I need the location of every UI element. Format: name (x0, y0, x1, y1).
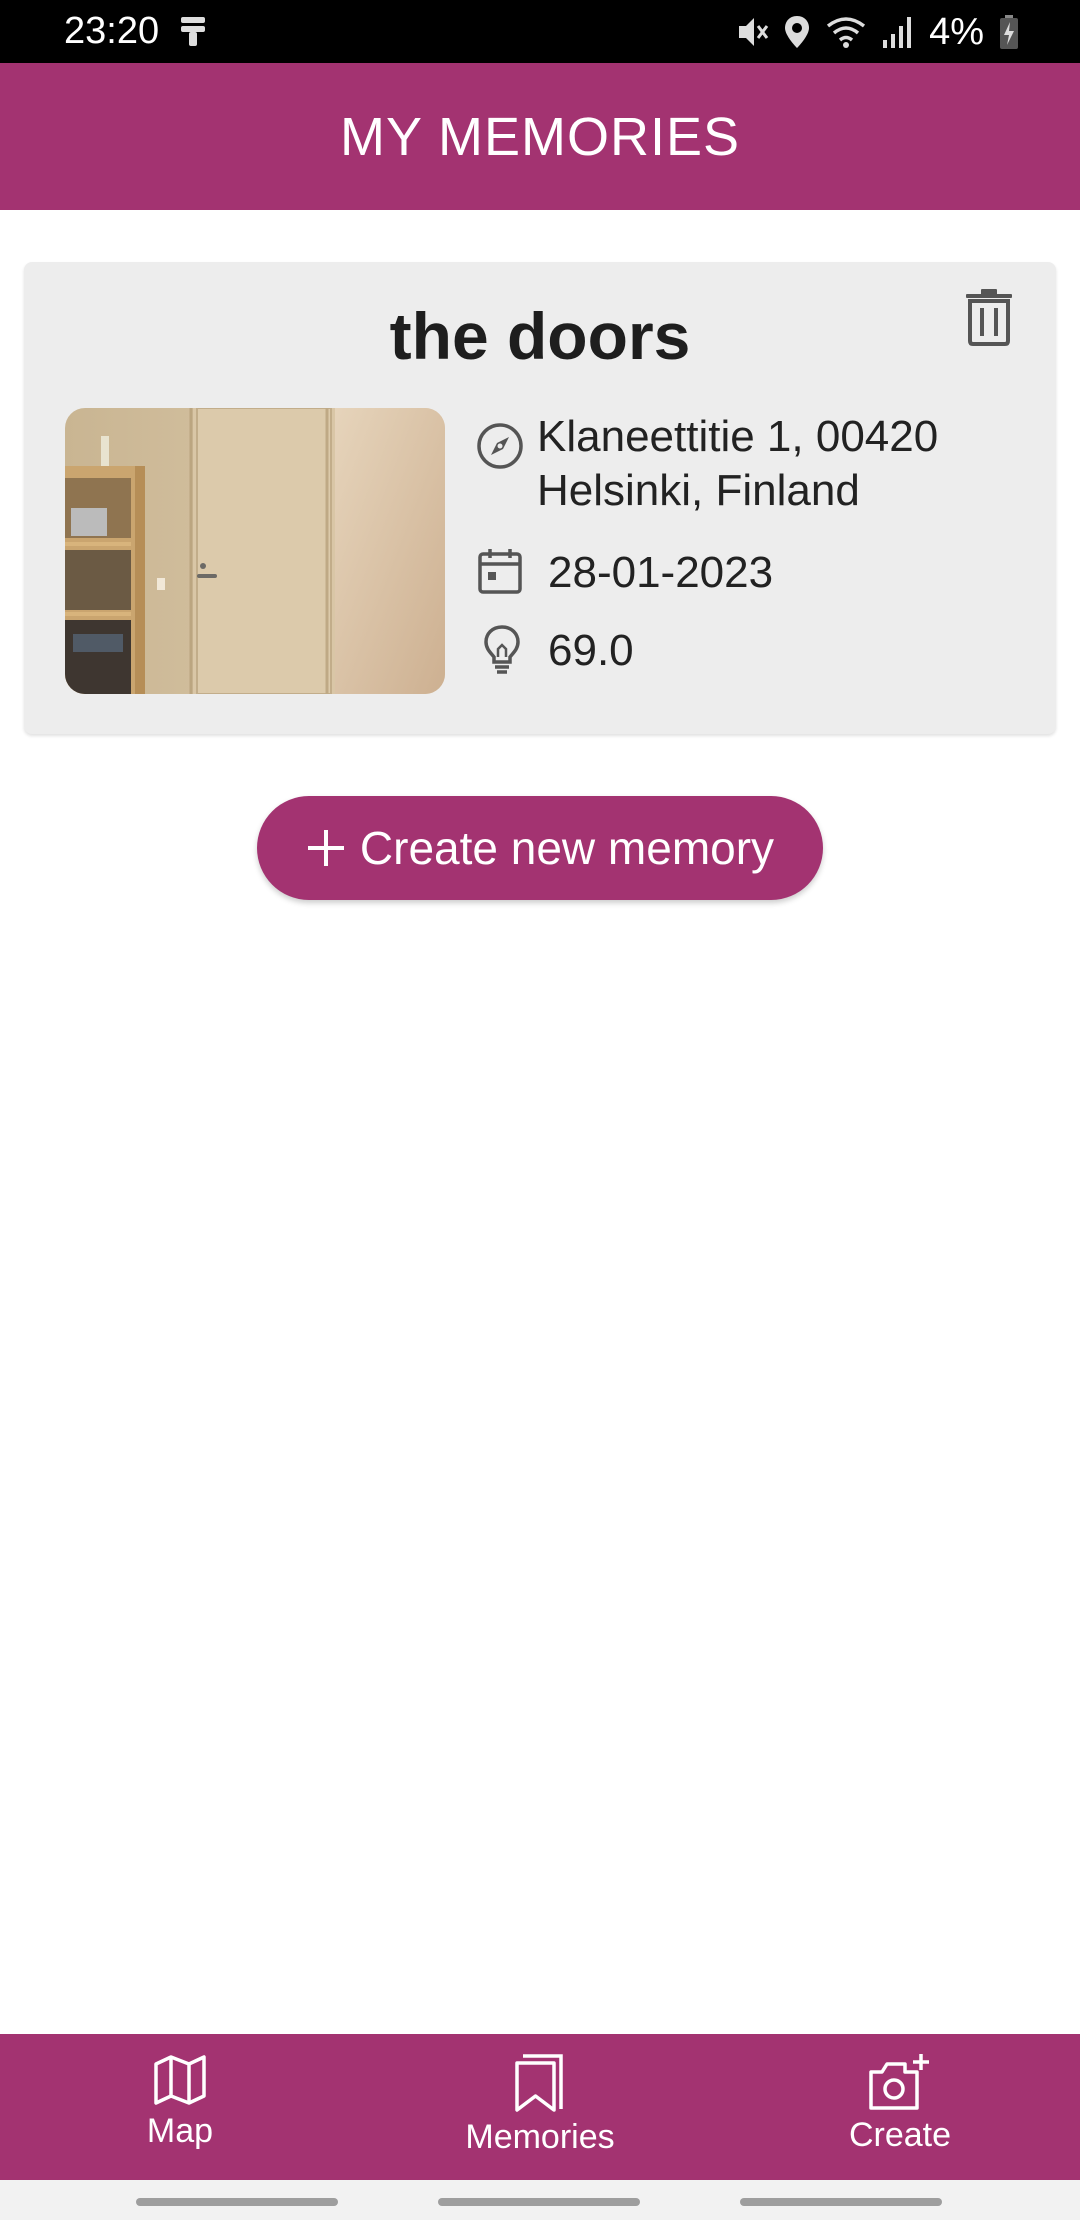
lightbulb-icon (477, 624, 527, 676)
nav-create[interactable]: Create (720, 2034, 1080, 2180)
nav-map[interactable]: Map (0, 2034, 360, 2180)
wifi-icon (827, 17, 866, 48)
app-bar: MY MEMORIES (0, 63, 1080, 210)
notification-icon (181, 17, 205, 46)
memory-card[interactable]: the doors Klaneettitie 1, 00420 Helsinki… (24, 262, 1056, 734)
delete-button[interactable] (954, 280, 1024, 354)
memory-date: 28-01-2023 (548, 548, 774, 597)
nav-create-label: Create (848, 2116, 952, 2154)
system-recents-handle[interactable] (136, 2198, 338, 2206)
create-memory-label: Create new memory (359, 822, 775, 874)
status-time: 23:20 (64, 10, 160, 52)
battery-charging-icon (1000, 15, 1018, 49)
system-back-handle[interactable] (740, 2198, 942, 2206)
nav-map-label: Map (146, 2112, 214, 2150)
create-memory-button[interactable]: Create new memory (257, 796, 823, 900)
system-home-handle[interactable] (438, 2198, 640, 2206)
location-icon (785, 16, 810, 48)
memory-address-line2: Helsinki, Finland (537, 466, 860, 515)
calendar-icon (475, 546, 525, 596)
trash-icon (966, 289, 1012, 346)
memory-photo[interactable] (65, 408, 445, 694)
bookmark-icon (515, 2054, 563, 2112)
memory-value: 69.0 (548, 626, 634, 675)
memory-title: the doors (389, 299, 691, 373)
system-nav-bar (0, 2180, 1080, 2220)
bottom-nav: Map Memories Create (0, 2034, 1080, 2180)
camera-add-icon (869, 2054, 929, 2110)
signal-icon (883, 17, 912, 48)
nav-memories[interactable]: Memories (360, 2034, 720, 2180)
compass-icon (475, 421, 525, 471)
page-title: MY MEMORIES (339, 106, 741, 167)
mute-icon (739, 18, 769, 46)
plus-icon (307, 830, 344, 866)
map-icon (154, 2055, 206, 2105)
battery-percent: 4% (929, 10, 984, 53)
memory-address-line1: Klaneettitie 1, 00420 (537, 412, 939, 461)
nav-memories-label: Memories (465, 2118, 615, 2156)
status-bar: 23:20 4% (0, 0, 1080, 63)
